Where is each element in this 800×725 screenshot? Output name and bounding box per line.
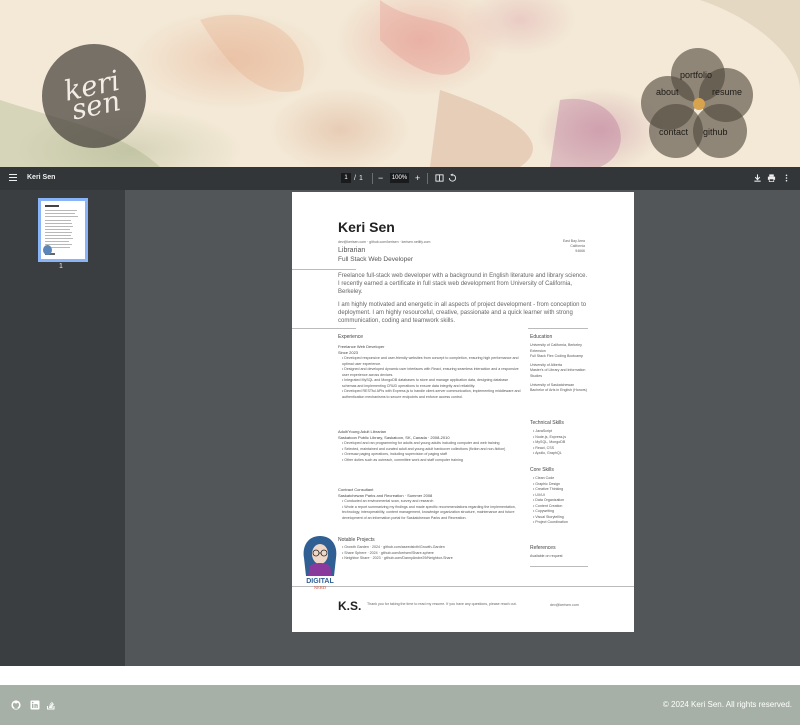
nav-center-dot (693, 98, 705, 110)
download-icon[interactable] (753, 173, 762, 183)
resume-thanks: Thank you for taking the time to read my… (367, 602, 517, 606)
page-separator: / (354, 174, 356, 182)
zoom-input[interactable]: 100% (390, 173, 409, 183)
resume-summary-1: Freelance full-stack web developer with … (338, 273, 588, 295)
thumbnail-page-number: 1 (59, 263, 63, 270)
nav-link-about[interactable]: about (656, 87, 679, 97)
fit-page-icon[interactable] (435, 173, 444, 183)
resume-page: Keri Sen dev@kerisen.com · github.com/ke… (292, 192, 634, 632)
zoom-out-button[interactable]: − (378, 173, 383, 183)
toolbar-divider (427, 173, 428, 184)
site-logo[interactable]: keri sen (42, 44, 146, 148)
rotate-icon[interactable] (448, 173, 457, 183)
education-list: University of California, Berkeley Exten… (530, 343, 587, 393)
core-skills-list: Clean Code Graphic Design Creative Think… (533, 476, 588, 526)
github-icon[interactable] (11, 700, 21, 710)
experience-heading: Experience (338, 334, 364, 340)
thumbnail-badge (43, 245, 52, 255)
job-org: Saskatoon Public Library, Saskatoon, SK,… (338, 435, 450, 440)
page-thumbnail[interactable] (38, 198, 88, 262)
job-title: Contract Consultant (338, 487, 374, 492)
svg-text:NERD: NERD (314, 585, 327, 590)
site-header: keri sen portfolio about resume contact … (0, 0, 800, 167)
copyright-text: © 2024 Keri Sen. All rights reserved. (662, 700, 792, 709)
divider (292, 328, 356, 329)
nav-link-resume[interactable]: resume (712, 87, 742, 97)
projects-heading: Notable Projects (338, 537, 375, 543)
zoom-in-button[interactable]: + (415, 173, 420, 183)
resume-initials: K.S. (338, 599, 362, 613)
divider (530, 566, 588, 567)
page-number-input[interactable]: 1 (341, 173, 351, 183)
page-indicator: 1 / 1 (341, 173, 363, 183)
digital-nerd-badge: DIGITAL NERD (303, 536, 337, 590)
resume-location: East Bay Area California 94666 (562, 239, 585, 253)
nav-link-contact[interactable]: contact (659, 127, 688, 137)
job-org: Saskatchewan Parks and Recreation · Summ… (338, 493, 433, 498)
job-bullets: Developed and ran programming for adults… (342, 441, 524, 463)
divider (292, 269, 356, 270)
pdf-viewer: Keri Sen 1 / 1 − 100% + 1 Keri Sen dev@k… (0, 167, 800, 666)
resume-role-developer: Full Stack Web Developer (338, 256, 414, 263)
job-bullets: Developed responsive and user-friendly w… (342, 356, 522, 400)
nav-menu: portfolio about resume contact github (641, 48, 754, 158)
resume-name: Keri Sen (338, 219, 395, 235)
project-list: Growth Garden · 2024 · github.com/aseeds… (342, 545, 524, 562)
more-options-icon[interactable] (782, 173, 791, 183)
resume-contact: dev@kerisen.com · github.com/kerisen · k… (338, 240, 431, 244)
thumbnail-pane: 1 (0, 190, 125, 666)
job-dates: Since 2023 (338, 350, 359, 355)
divider (528, 328, 588, 329)
resume-role-librarian: Librarian (338, 247, 366, 254)
footer-divider (292, 586, 634, 587)
job-title: Adult/Young Adult Librarian (338, 429, 387, 434)
references-heading: References (530, 545, 556, 551)
print-icon[interactable] (767, 173, 776, 183)
stackoverflow-icon[interactable] (46, 700, 56, 710)
linkedin-icon[interactable] (30, 700, 40, 710)
references-text: Available on request (530, 554, 563, 558)
nav-link-github[interactable]: github (703, 127, 728, 137)
document-title: Keri Sen (27, 174, 56, 181)
toolbar-divider (372, 173, 373, 184)
core-skills-heading: Core Skills (530, 467, 554, 473)
total-pages: 1 (358, 174, 363, 182)
technical-skills-heading: Technical Skills (530, 420, 564, 426)
pdf-toolbar: Keri Sen 1 / 1 − 100% + (0, 167, 800, 190)
resume-summary-2: I am highly motivated and energetic in a… (338, 302, 587, 324)
svg-text:DIGITAL: DIGITAL (306, 578, 334, 585)
site-footer: © 2024 Keri Sen. All rights reserved. (0, 685, 800, 725)
nav-link-portfolio[interactable]: portfolio (680, 70, 712, 80)
job-bullets: Conducted an environmental scan, survey … (342, 499, 524, 521)
technical-skills-list: JavaScript Node.js, Express.js MySQL, Mo… (533, 429, 588, 457)
logo-text: keri sen (61, 63, 124, 127)
education-heading: Education (530, 334, 553, 340)
job-title: Freelance Web Developer (338, 344, 385, 349)
menu-icon[interactable] (9, 174, 17, 181)
resume-email: dev@kerisen.com (550, 603, 579, 607)
